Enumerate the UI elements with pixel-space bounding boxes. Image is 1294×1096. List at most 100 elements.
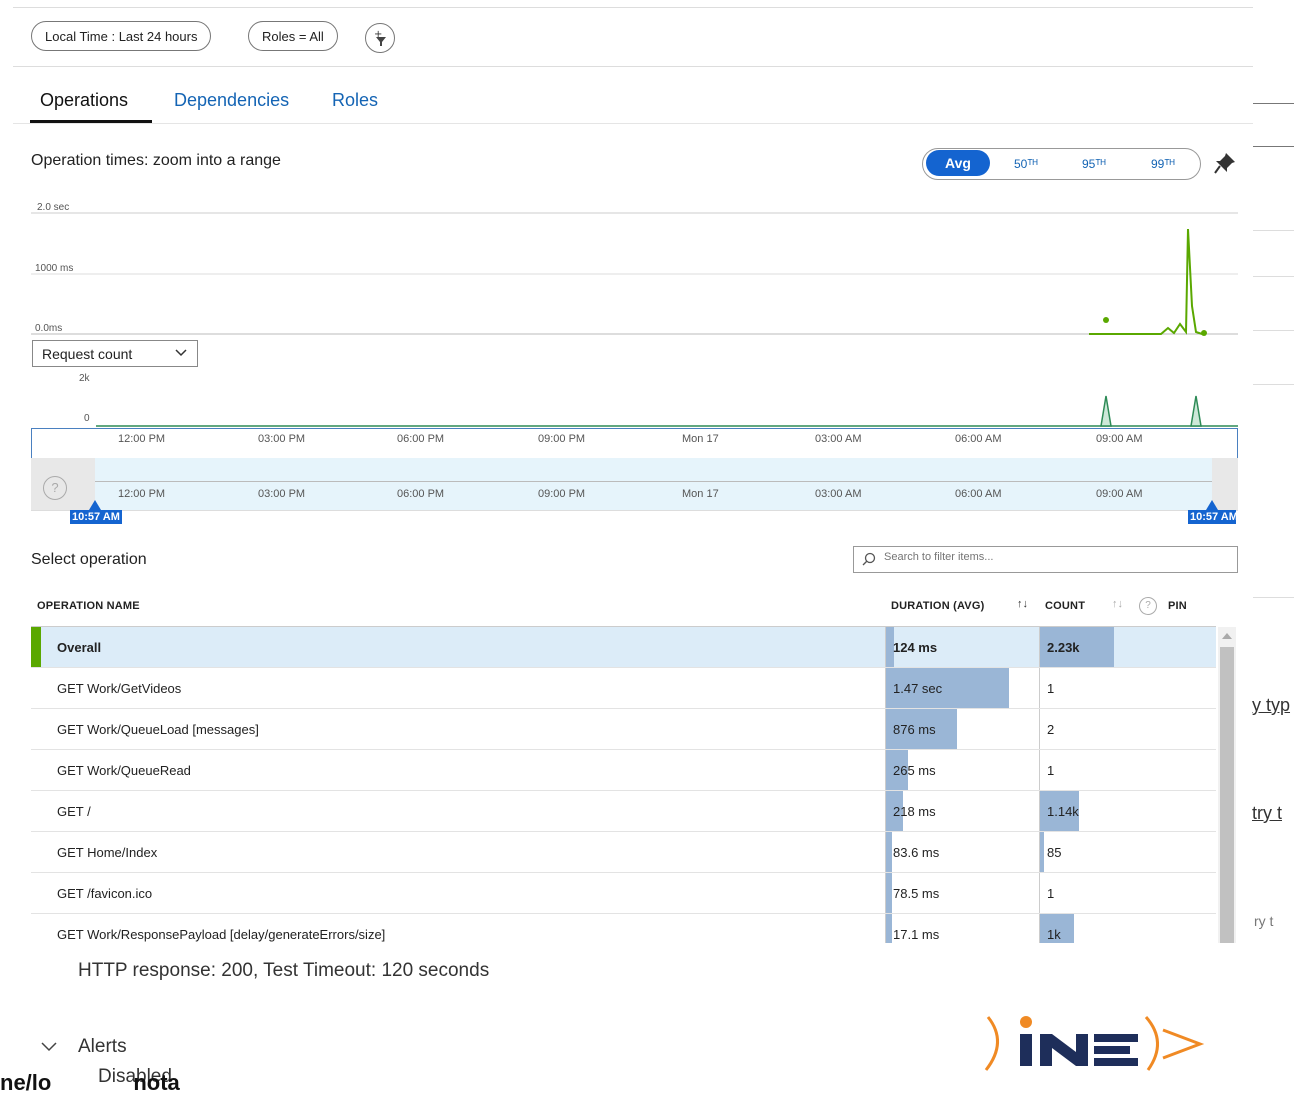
metric-dropdown[interactable]: Request count bbox=[32, 340, 198, 367]
table-body: Overall 124 ms 2.23k GET Work/GetVideos 1.47… bbox=[0, 627, 1294, 943]
operation-name: GET Work/QueueRead bbox=[57, 763, 191, 778]
tick-4: 09:00 PM bbox=[538, 433, 586, 445]
duration-value: 265 ms bbox=[893, 763, 936, 778]
duration-cell: 265 ms bbox=[885, 750, 1040, 790]
tab-roles[interactable]: Roles bbox=[332, 90, 378, 111]
side-line-2 bbox=[1253, 146, 1294, 147]
info-icon[interactable]: ? bbox=[1139, 597, 1157, 615]
scrollbar-thumb[interactable] bbox=[1220, 647, 1234, 943]
tab-dependencies[interactable]: Dependencies bbox=[174, 90, 289, 111]
request-count-chart[interactable]: 2k 0 bbox=[31, 368, 1238, 430]
p50-button[interactable]: 50ᵀᴴ bbox=[1014, 149, 1038, 179]
avg-button[interactable]: Avg bbox=[926, 150, 990, 176]
alerts-label[interactable]: Alerts bbox=[78, 1036, 127, 1058]
duration-point-2 bbox=[1201, 330, 1207, 336]
select-operation-label: Select operation bbox=[31, 551, 147, 568]
range-start-label: 10:57 AM bbox=[70, 510, 122, 524]
tick-3: 06:00 PM bbox=[397, 433, 445, 445]
count-cell: 85 bbox=[1039, 832, 1217, 872]
side-line-3 bbox=[1253, 230, 1294, 231]
duration-cell: 17.1 ms bbox=[885, 914, 1040, 943]
operation-name: GET Work/GetVideos bbox=[57, 681, 182, 696]
count-cell: 1 bbox=[1039, 668, 1217, 708]
range-tick-4: 09:00 PM bbox=[538, 488, 586, 500]
tick-6: 03:00 AM bbox=[815, 433, 862, 445]
tick-7: 06:00 AM bbox=[955, 433, 1002, 445]
range-selector[interactable] bbox=[31, 458, 1238, 511]
selected-row-indicator bbox=[31, 627, 41, 667]
range-line bbox=[95, 481, 1212, 482]
alerts-chevron-icon[interactable] bbox=[40, 1040, 58, 1059]
request-spike-1 bbox=[1100, 395, 1112, 427]
search-icon bbox=[862, 552, 876, 571]
count-value: 1 bbox=[1047, 763, 1055, 778]
scrollbar-up-arrow[interactable] bbox=[1222, 633, 1232, 639]
tab-operations[interactable]: Operations bbox=[40, 90, 128, 111]
range-tick-7: 06:00 AM bbox=[955, 488, 1002, 500]
sort-duration-icon[interactable]: ↑↓ bbox=[1017, 598, 1028, 610]
range-end-label: 10:57 AM bbox=[1188, 510, 1236, 524]
duration-chart[interactable]: 2.0 sec 1000 ms 0.0ms bbox=[31, 196, 1238, 340]
add-filter-icon[interactable]: + bbox=[365, 23, 395, 53]
search-box[interactable] bbox=[853, 546, 1238, 573]
range-start-handle[interactable] bbox=[89, 500, 101, 510]
search-input[interactable] bbox=[882, 550, 1226, 564]
reset-zoom-icon[interactable]: ? bbox=[43, 476, 67, 500]
range-tick-8: 09:00 AM bbox=[1096, 488, 1143, 500]
time-range-filter[interactable]: Local Time : Last 24 hours bbox=[31, 21, 212, 51]
count-value: 85 bbox=[1047, 845, 1062, 860]
ine-logo bbox=[978, 1012, 1208, 1072]
duration-value: 876 ms bbox=[893, 722, 936, 737]
scrollbar[interactable] bbox=[1218, 627, 1236, 943]
col-pin[interactable]: PIN bbox=[1168, 600, 1187, 612]
duration-value: 78.5 ms bbox=[893, 886, 940, 901]
operation-name: GET Work/QueueLoad [messages] bbox=[57, 722, 259, 737]
count-bar bbox=[1040, 832, 1044, 872]
table-row[interactable]: GET Work/ResponsePayload [delay/generate… bbox=[31, 914, 1216, 943]
count-value: 1 bbox=[1047, 681, 1055, 696]
range-tick-1: 12:00 PM bbox=[118, 488, 166, 500]
p95-button[interactable]: 95ᵀᴴ bbox=[1082, 149, 1106, 179]
count-value: 1 bbox=[1047, 886, 1055, 901]
side-text-3: ry t bbox=[1254, 913, 1274, 929]
side-line-1 bbox=[1253, 103, 1294, 104]
count-cell: 1 bbox=[1039, 873, 1217, 913]
duration-cell: 83.6 ms bbox=[885, 832, 1040, 872]
col-operation-name[interactable]: OPERATION NAME bbox=[37, 600, 140, 612]
duration-value: 17.1 ms bbox=[893, 927, 940, 942]
p99-button[interactable]: 99ᵀᴴ bbox=[1151, 149, 1175, 179]
side-line-6 bbox=[1253, 384, 1294, 385]
sort-count-icon[interactable]: ↑↓ bbox=[1112, 598, 1123, 610]
operation-name: GET Home/Index bbox=[57, 845, 158, 860]
duration-cell: 78.5 ms bbox=[885, 873, 1040, 913]
table-row[interactable]: GET Work/QueueRead 265 ms 1 bbox=[31, 750, 1216, 791]
roles-filter[interactable]: Roles = All bbox=[248, 21, 338, 51]
duration-value: 1.47 sec bbox=[893, 681, 943, 696]
count-value: 1k bbox=[1047, 927, 1061, 942]
duration-cell: 876 ms bbox=[885, 709, 1040, 749]
duration-bar bbox=[886, 914, 892, 943]
pin-icon[interactable] bbox=[1212, 150, 1238, 181]
table-row[interactable]: GET Work/QueueLoad [messages] 876 ms 2 bbox=[31, 709, 1216, 750]
side-text-2: try t bbox=[1252, 803, 1282, 823]
metric-dropdown-value: Request count bbox=[42, 346, 133, 362]
side-line-7 bbox=[1253, 597, 1294, 598]
table-row[interactable]: GET Home/Index 83.6 ms 85 bbox=[31, 832, 1216, 873]
percentile-selector: Avg 50ᵀᴴ 95ᵀᴴ 99ᵀᴴ bbox=[922, 148, 1201, 180]
side-line-4 bbox=[1253, 276, 1294, 277]
overall-row[interactable]: Overall 124 ms 2.23k bbox=[31, 627, 1216, 668]
side-line-5 bbox=[1253, 330, 1294, 331]
range-end-handle[interactable] bbox=[1206, 500, 1218, 510]
duration-bar bbox=[886, 832, 892, 872]
operation-name: GET / bbox=[57, 804, 91, 819]
col-duration[interactable]: DURATION (AVG) bbox=[891, 600, 984, 612]
table-row[interactable]: GET / 218 ms 1.14k bbox=[31, 791, 1216, 832]
table-row[interactable]: GET Work/GetVideos 1.47 sec 1 bbox=[31, 668, 1216, 709]
operation-name: GET Work/ResponsePayload [delay/generate… bbox=[57, 927, 386, 942]
duration-cell: 124 ms bbox=[885, 627, 1040, 667]
table-row[interactable]: GET /favicon.ico 78.5 ms 1 bbox=[31, 873, 1216, 914]
duration-value: 218 ms bbox=[893, 804, 936, 819]
col-count[interactable]: COUNT bbox=[1045, 600, 1085, 612]
y-tick-2k: 2k bbox=[79, 373, 91, 384]
count-cell: 1 bbox=[1039, 750, 1217, 790]
